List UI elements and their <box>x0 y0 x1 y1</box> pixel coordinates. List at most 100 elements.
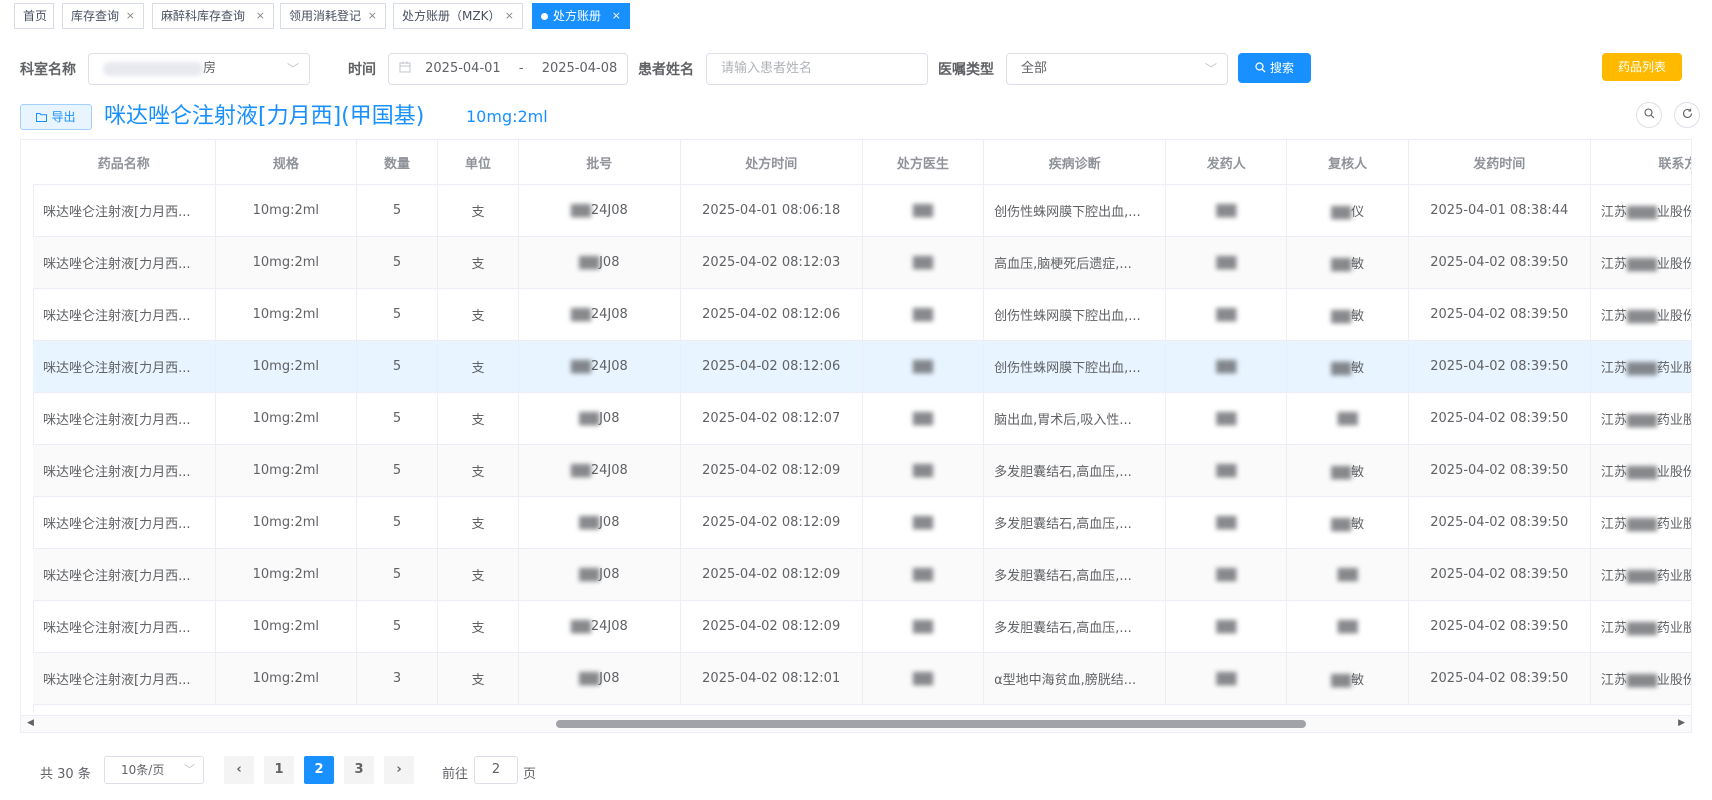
export-button[interactable]: 导出 <box>20 104 92 130</box>
redacted-text: ▇▇▇ <box>1626 257 1657 272</box>
cell-dispenser: ▇▇ <box>1165 288 1288 341</box>
patient-name-input[interactable]: 请输入患者姓名 <box>706 53 928 85</box>
horizontal-scrollbar[interactable]: ◀ ▶ <box>21 715 1691 732</box>
column-header[interactable]: 处方时间 <box>680 140 863 185</box>
redacted-text: ▇▇▇ <box>1626 465 1657 480</box>
redacted-text: ▇▇ <box>912 567 933 582</box>
cell-unit: 支 <box>437 444 519 497</box>
cell-rx-time: 2025-04-01 08:06:18 <box>680 184 863 237</box>
column-header[interactable]: 批号 <box>518 140 681 185</box>
column-header[interactable]: 联系方式 <box>1590 140 1691 185</box>
page-button-2[interactable]: 2 <box>304 756 334 784</box>
refresh-button[interactable] <box>1674 102 1700 128</box>
column-header[interactable]: 药品名称 <box>33 140 216 185</box>
column-header[interactable]: 单位 <box>437 140 519 185</box>
cell-batch: ▇▇24J08 <box>518 288 681 341</box>
close-icon[interactable]: × <box>368 4 377 28</box>
column-header[interactable]: 复核人 <box>1286 140 1409 185</box>
next-page-button[interactable]: › <box>384 756 414 784</box>
cell-text: 创伤性蛛网膜下腔出血,... <box>994 205 1141 220</box>
column-header[interactable]: 数量 <box>356 140 438 185</box>
patient-label: 患者姓名 <box>638 62 694 78</box>
page-button-3[interactable]: 3 <box>344 756 374 784</box>
redacted-text: ▇▇ <box>1331 205 1352 220</box>
table-row[interactable]: 咪达唑仑注射液[力月西... 10mg:2ml 5 支 ▇▇J08 2025-04-02 … <box>33 392 1691 445</box>
date-start[interactable]: 2025-04-01 <box>425 61 501 76</box>
column-header[interactable]: 发药人 <box>1165 140 1288 185</box>
cell-text: 5 <box>392 619 402 634</box>
cell-text: 5 <box>392 255 402 270</box>
goto-page-input[interactable]: 2 <box>474 756 518 784</box>
cell-doctor: ▇▇ <box>862 652 985 705</box>
redacted-text: ▇▇ <box>579 515 600 530</box>
table-row[interactable]: 咪达唑仑注射液[力月西... 10mg:2ml 5 支 ▇▇24J08 2025-04-0… <box>33 288 1691 341</box>
cell-text: 24J08 <box>590 307 628 322</box>
redacted-text: ▇▇ <box>570 619 591 634</box>
column-header[interactable]: 疾病诊断 <box>983 140 1167 185</box>
tab-consumption-register[interactable]: 领用消耗登记 × <box>280 3 386 29</box>
page-button-1[interactable]: 1 <box>264 756 294 784</box>
redacted-text: ▇▇ <box>1216 567 1237 582</box>
date-end[interactable]: 2025-04-08 <box>542 61 618 76</box>
cell-name: 咪达唑仑注射液[力月西... <box>33 548 216 601</box>
cell-spec: 10mg:2ml <box>215 288 358 341</box>
cell-qty: 5 <box>356 184 438 237</box>
scrollbar-thumb[interactable] <box>556 720 1306 728</box>
close-icon[interactable]: × <box>256 4 265 28</box>
cell-text: 咪达唑仑注射液[力月西... <box>43 465 191 480</box>
close-icon[interactable]: × <box>612 4 621 28</box>
table-row[interactable]: 咪达唑仑注射液[力月西... 10mg:2ml 5 支 ▇▇J08 2025-04-02 … <box>33 236 1691 289</box>
table-row[interactable]: 咪达唑仑注射液[力月西... 10mg:2ml 5 支 ▇▇24J08 2025-04-0… <box>33 444 1691 497</box>
column-header[interactable]: 处方医生 <box>862 140 985 185</box>
cell-text: 10mg:2ml <box>252 359 320 374</box>
cell-spec: 10mg:2ml <box>215 548 358 601</box>
cell-text: 2025-04-02 08:39:50 <box>1430 411 1569 426</box>
cell-text: J08 <box>599 515 620 530</box>
close-icon[interactable]: × <box>126 4 135 28</box>
export-label: 导出 <box>51 110 76 124</box>
search-button[interactable]: 搜索 <box>1238 53 1311 83</box>
cell-text: J08 <box>599 671 620 686</box>
cell-text: 业股份 <box>1656 673 1692 688</box>
date-range-picker[interactable]: 2025-04-01 - 2025-04-08 <box>388 53 628 85</box>
folder-icon <box>36 113 48 122</box>
table-row[interactable]: 咪达唑仑注射液[力月西... 10mg:2ml 5 支 ▇▇24J08 2025-04-0… <box>33 600 1691 653</box>
tab-prescription-ledger[interactable]: 处方账册 × <box>532 3 630 29</box>
order-type-select[interactable]: 全部 ﹀ <box>1006 53 1228 85</box>
tab-prescription-ledger-mzk[interactable]: 处方账册（MZK） × <box>393 3 523 29</box>
column-header[interactable]: 发药时间 <box>1408 140 1591 185</box>
page-size-select[interactable]: 10条/页 ﹀ <box>104 756 204 784</box>
tab-anesthesia-inventory[interactable]: 麻醉科库存查询 × <box>152 3 274 29</box>
table-row[interactable]: 咪达唑仑注射液[力月西... 10mg:2ml 5 支 ▇▇J08 2025-04-02 … <box>33 548 1691 601</box>
close-icon[interactable]: × <box>505 4 514 28</box>
cell-text: 高血压,脑梗死后遗症,... <box>994 257 1132 272</box>
redacted-text: ▇▇▇ <box>1626 569 1657 584</box>
tab-inventory-query[interactable]: 库存查询 × <box>62 3 144 29</box>
table-row[interactable]: 咪达唑仑注射液[力月西... 10mg:2ml 3 支 ▇▇J08 2025-04-02 … <box>33 652 1692 705</box>
cell-reviewer: ▇▇敏 <box>1286 288 1409 341</box>
scroll-left-icon[interactable]: ◀ <box>27 718 34 728</box>
table-row[interactable]: 咪达唑仑注射液[力月西... 10mg:2ml 5 支 ▇▇24J08 2025-04-0… <box>33 340 1691 393</box>
prev-page-button[interactable]: ‹ <box>224 756 254 784</box>
cell-contact: 江苏▇▇▇业股份 <box>1590 444 1691 497</box>
cell-text: J08 <box>599 567 620 582</box>
cell-text: 2025-04-02 08:39:50 <box>1430 671 1569 686</box>
cell-text: 多发胆囊结石,高血压,... <box>994 569 1132 584</box>
main-panel: 科室名称 房 ﹀ 时间 2025-04-01 - 2025-04-08 患者姓名… <box>0 34 1712 800</box>
cell-dispense-time: 2025-04-01 08:38:44 <box>1408 184 1591 237</box>
cell-batch: ▇▇24J08 <box>518 444 681 497</box>
dept-select[interactable]: 房 ﹀ <box>88 53 310 85</box>
cell-unit: 支 <box>437 600 519 653</box>
cell-text: 敏 <box>1351 309 1365 324</box>
cell-text: 咪达唑仑注射液[力月西... <box>43 517 191 532</box>
redacted-text: ▇▇ <box>1331 673 1352 688</box>
tab-home[interactable]: 首页 <box>14 3 54 29</box>
cell-doctor: ▇▇ <box>862 236 985 289</box>
scroll-right-icon[interactable]: ▶ <box>1678 718 1685 728</box>
toggle-search-button[interactable] <box>1636 102 1662 128</box>
drug-list-button[interactable]: 药品列表 <box>1602 53 1682 81</box>
table-row[interactable]: 咪达唑仑注射液[力月西... 10mg:2ml 5 支 ▇▇24J08 2025-04-0… <box>33 184 1691 237</box>
cell-text: 2025-04-02 08:12:09 <box>702 619 841 634</box>
table-row[interactable]: 咪达唑仑注射液[力月西... 10mg:2ml 5 支 ▇▇J08 2025-04-02 … <box>33 496 1691 549</box>
column-header[interactable]: 规格 <box>215 140 358 185</box>
